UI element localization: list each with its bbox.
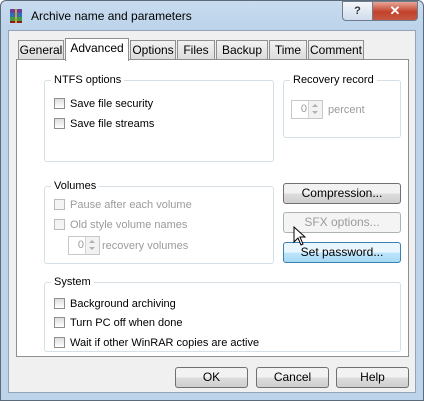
wait-winrar-checkbox[interactable]: Wait if other WinRAR copies are active [54, 336, 259, 350]
recovery-volumes-value: 0 [77, 239, 84, 251]
checkbox-box[interactable] [54, 98, 65, 109]
checkbox-box[interactable] [54, 219, 65, 230]
window-title: Archive name and parameters [31, 9, 192, 23]
spin-up-icon[interactable] [312, 104, 318, 107]
checkbox-box[interactable] [54, 118, 65, 129]
dialog-window: Archive name and parameters ? ✕ General … [0, 0, 424, 401]
recovery-record-title: Recovery record [290, 73, 377, 87]
spinner-arrows[interactable] [308, 101, 322, 118]
tab-backup[interactable]: Backup [216, 40, 268, 59]
cancel-button[interactable]: Cancel [256, 367, 329, 388]
spin-down-icon[interactable] [89, 247, 95, 250]
spin-up-icon[interactable] [89, 240, 95, 243]
volumes-group: Volumes Pause after each volume Old styl… [44, 179, 274, 264]
wait-winrar-label: Wait if other WinRAR copies are active [70, 337, 260, 349]
winrar-icon [10, 9, 22, 23]
tab-options[interactable]: Options [130, 40, 176, 59]
old-style-names-checkbox[interactable]: Old style volume names [54, 218, 187, 232]
spin-down-icon[interactable] [312, 111, 318, 114]
spinner-arrows[interactable] [85, 237, 99, 254]
system-group: System Background archiving Turn PC off … [44, 275, 401, 352]
recovery-record-group: Recovery record 0 percent [283, 73, 401, 138]
save-streams-checkbox[interactable]: Save file streams [54, 117, 154, 131]
system-title: System [51, 275, 94, 289]
recovery-volumes-label: recovery volumes [102, 240, 189, 252]
recovery-percent-label: percent [328, 104, 365, 116]
checkbox-box[interactable] [54, 298, 65, 309]
background-archiving-label: Background archiving [70, 298, 176, 310]
recovery-percent-spinner[interactable]: 0 [291, 100, 323, 119]
help-title-button[interactable]: ? [342, 1, 373, 21]
tab-advanced[interactable]: Advanced [65, 38, 129, 61]
recovery-percent-value: 0 [300, 103, 307, 115]
turn-off-pc-checkbox[interactable]: Turn PC off when done [54, 316, 183, 330]
pause-volume-checkbox[interactable]: Pause after each volume [54, 198, 192, 212]
save-streams-label: Save file streams [70, 118, 155, 130]
help-button[interactable]: Help [336, 367, 409, 388]
recovery-volumes-spinner[interactable]: 0 [68, 236, 100, 255]
save-security-label: Save file security [70, 98, 154, 110]
background-archiving-checkbox[interactable]: Background archiving [54, 297, 176, 311]
tab-comment[interactable]: Comment [308, 40, 364, 59]
volumes-title: Volumes [51, 179, 100, 193]
tab-files[interactable]: Files [177, 40, 215, 59]
title-bar[interactable]: Archive name and parameters ? ✕ [1, 1, 423, 31]
checkbox-box[interactable] [54, 199, 65, 210]
compression-button[interactable]: Compression... [283, 183, 401, 204]
dialog-client: General Advanced Options Files Backup Ti… [8, 30, 416, 393]
ntfs-options-title: NTFS options [51, 73, 125, 87]
ok-button[interactable]: OK [175, 367, 248, 388]
old-style-names-label: Old style volume names [70, 219, 188, 231]
tab-general[interactable]: General [18, 40, 64, 59]
checkbox-box[interactable] [54, 337, 65, 348]
save-security-checkbox[interactable]: Save file security [54, 97, 153, 111]
tab-time[interactable]: Time [269, 40, 307, 59]
tab-panel: NTFS options Save file security Save fil… [16, 59, 409, 357]
checkbox-box[interactable] [54, 317, 65, 328]
ntfs-options-group: NTFS options Save file security Save fil… [44, 73, 274, 162]
turn-off-pc-label: Turn PC off when done [70, 317, 183, 329]
mouse-cursor-icon [293, 226, 306, 246]
close-button[interactable]: ✕ [372, 1, 418, 21]
pause-volume-label: Pause after each volume [70, 199, 192, 211]
